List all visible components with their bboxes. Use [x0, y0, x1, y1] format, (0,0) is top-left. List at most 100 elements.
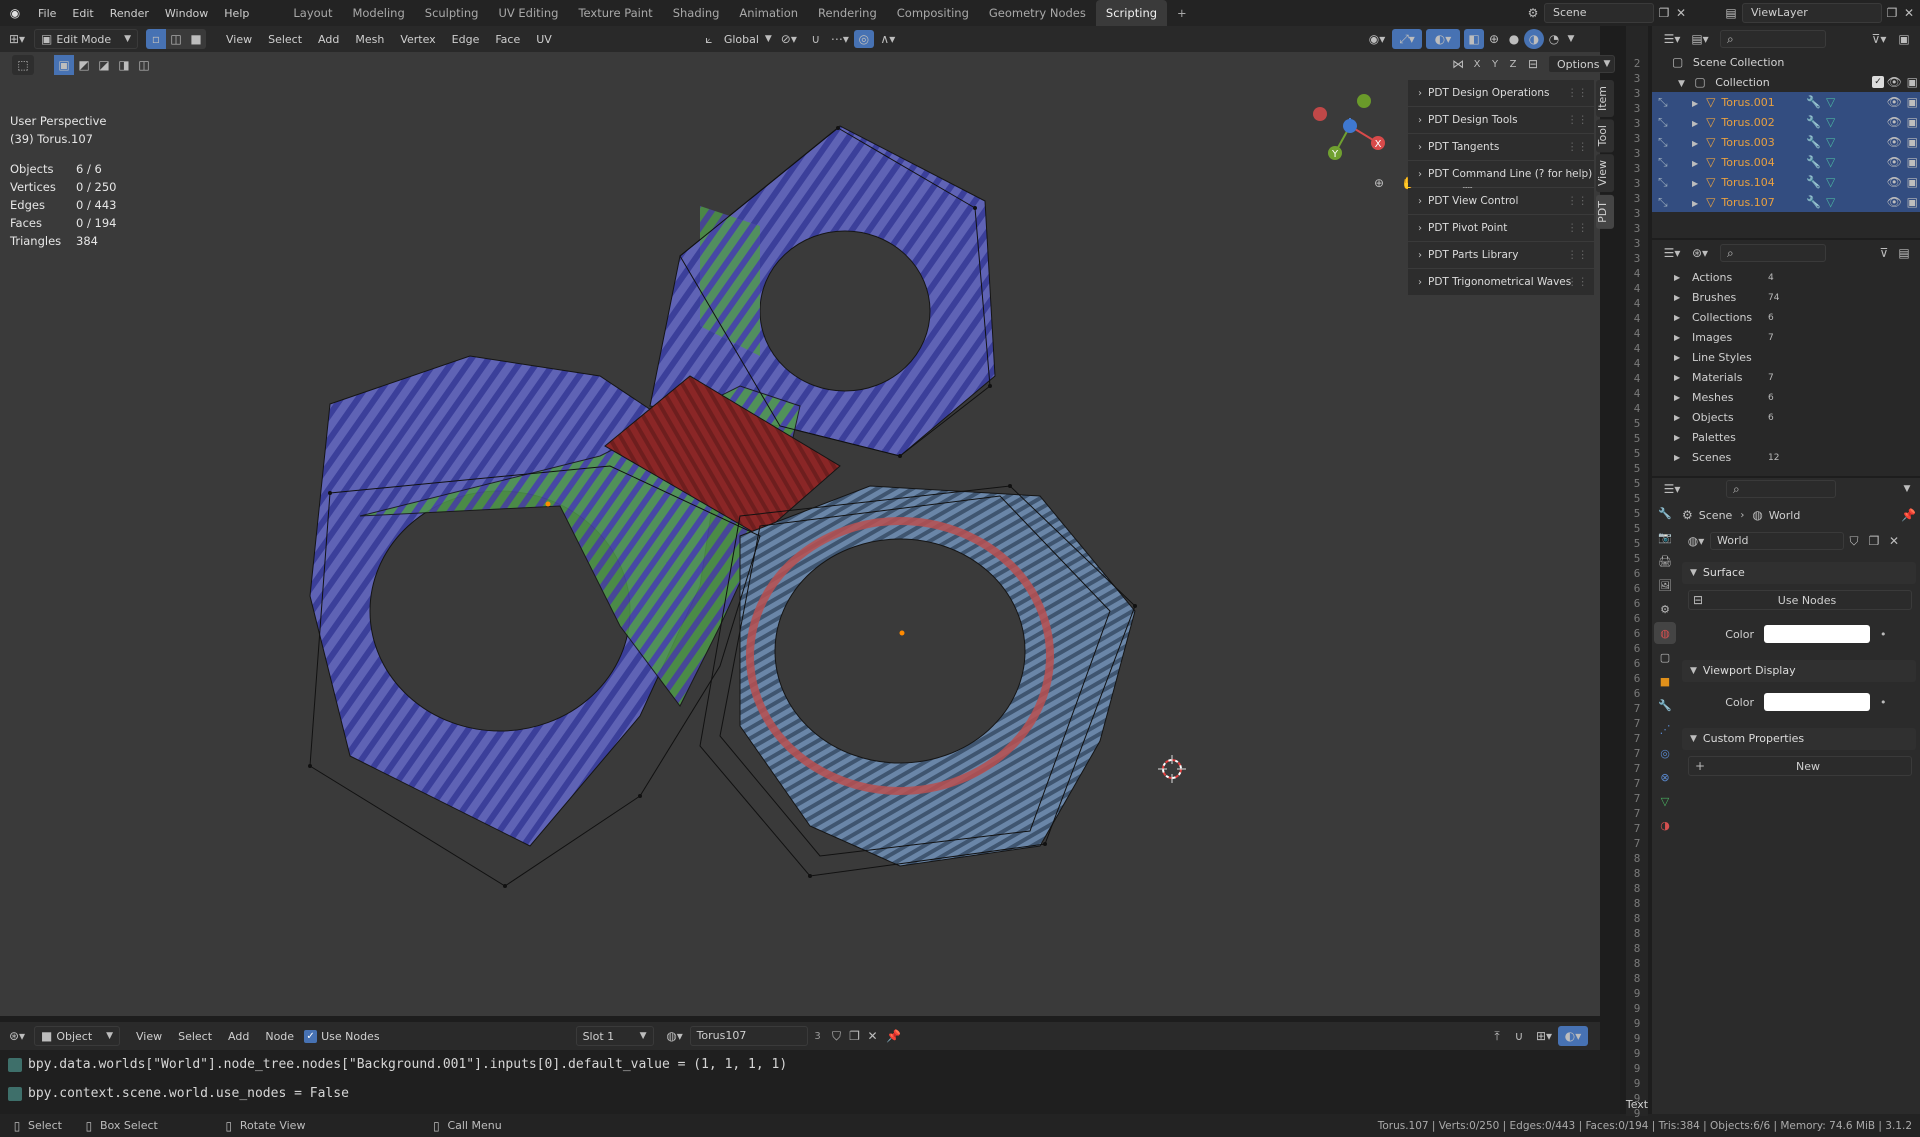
datablock-row[interactable]: ▶ Collections 6 [1652, 308, 1920, 328]
snap-target-icon[interactable]: ⋯▾ [826, 32, 854, 46]
tab-texture-paint[interactable]: Texture Paint [568, 0, 662, 26]
axis-z-toggle[interactable]: Z [1504, 55, 1522, 73]
expand-right-icon[interactable]: ▶ [1692, 134, 1698, 154]
drag-handle-icon[interactable]: ⋮⋮ [1567, 107, 1588, 133]
drag-handle-icon[interactable]: ⋮⋮ [1567, 188, 1588, 214]
eye-icon[interactable]: 👁 [1887, 92, 1902, 112]
snap-icon[interactable]: ∪ [806, 32, 826, 46]
menu-file[interactable]: File [30, 7, 64, 20]
camera-icon[interactable]: ▣ [1907, 92, 1918, 112]
axis-x-toggle[interactable]: X [1468, 55, 1486, 73]
viewport-menu-edge[interactable]: Edge [444, 33, 488, 46]
wireframe-shading-icon[interactable]: ⊕ [1484, 32, 1504, 46]
fake-user-shield-icon[interactable]: ⛉ [828, 1029, 846, 1044]
pdt-panel-item[interactable]: › PDT Tangents ⋮⋮ [1408, 134, 1594, 160]
view-layer-tab-icon[interactable]: 🖼 [1654, 574, 1676, 596]
tab-sculpting[interactable]: Sculpting [415, 0, 489, 26]
outliner-object-row[interactable]: ⤡ ▶ ▽ Torus.107 🔧 ▽ 👁 ▣ [1652, 192, 1920, 212]
shader-menu-node[interactable]: Node [257, 1030, 302, 1043]
rendered-shading-icon[interactable]: ◔ [1544, 32, 1564, 46]
zoom-icon[interactable]: ⊕ [1366, 170, 1392, 196]
scene-tab-icon[interactable]: ⚙ [1654, 598, 1676, 620]
scene-selector[interactable]: ⚙ Scene ❐ ✕ [1522, 3, 1688, 23]
camera-icon[interactable]: ▣ [1907, 72, 1918, 92]
collection-row[interactable]: ▼ ▢ Collection ✓ 👁 ▣ [1652, 72, 1920, 92]
modifier-wrench-icon[interactable]: 🔧 [1806, 172, 1821, 192]
xray-icon[interactable]: ◧ [1464, 29, 1484, 49]
material-users-count[interactable]: 3 [808, 1031, 828, 1042]
select-intersect-icon[interactable]: ◫ [134, 55, 154, 75]
pin-icon[interactable]: 📌 [882, 1029, 906, 1043]
data-tab-icon[interactable]: ▽ [1654, 790, 1676, 812]
snap-icon[interactable]: ∪ [1508, 1029, 1530, 1043]
scene-field[interactable]: Scene [1544, 3, 1654, 23]
shader-menu-view[interactable]: View [128, 1030, 170, 1043]
viewlayer-selector[interactable]: ▤ ViewLayer ❐ ✕ [1720, 3, 1916, 23]
viewlayer-field[interactable]: ViewLayer [1742, 3, 1882, 23]
camera-icon[interactable]: ▣ [1907, 172, 1918, 192]
tab-modeling[interactable]: Modeling [342, 0, 414, 26]
new-scene-icon[interactable]: ❐ [1654, 6, 1674, 20]
axis-y-toggle[interactable]: Y [1486, 55, 1504, 73]
material-shading-icon[interactable]: ◑ [1524, 29, 1544, 49]
overlay-icon[interactable]: ◐▾ [1558, 1026, 1588, 1046]
viewport-menu-mesh[interactable]: Mesh [347, 33, 392, 46]
new-collection-icon[interactable]: ▣ [1894, 32, 1914, 46]
camera-icon[interactable]: ▣ [1907, 132, 1918, 152]
viewport-menu-vertex[interactable]: Vertex [392, 33, 443, 46]
editor-type-icon[interactable]: ☰▾ [1658, 32, 1686, 46]
animate-dot-icon[interactable]: • [1880, 696, 1887, 709]
tab-rendering[interactable]: Rendering [808, 0, 887, 26]
proportional-edit-icon[interactable]: ◎ [853, 30, 874, 48]
menu-render[interactable]: Render [102, 7, 157, 20]
camera-icon[interactable]: ▣ [1907, 192, 1918, 212]
expand-down-icon[interactable]: ▼ [1678, 74, 1685, 94]
checkbox-checked-icon[interactable]: ✓ [1872, 76, 1884, 88]
particles-tab-icon[interactable]: ⋰ [1654, 718, 1676, 740]
eye-icon[interactable]: 👁 [1887, 192, 1902, 212]
viewport-color-swatch[interactable] [1764, 693, 1870, 711]
mode-dropdown[interactable]: ▣ Edit Mode ▼ [34, 29, 138, 49]
menu-help[interactable]: Help [216, 7, 257, 20]
constraints-tab-icon[interactable]: ⊗ [1654, 766, 1676, 788]
output-tab-icon[interactable]: 🖨 [1654, 550, 1676, 572]
mesh-data-icon[interactable]: ▽ [1826, 192, 1835, 212]
tab-layout[interactable]: Layout [283, 0, 342, 26]
editor-type-icon[interactable]: ⊛▾ [0, 1029, 34, 1043]
datablock-row[interactable]: ▶ Scenes 12 [1652, 448, 1920, 468]
display-mode-icon[interactable]: ⊛▾ [1686, 246, 1714, 260]
drag-handle-icon[interactable]: ⋮⋮ [1567, 161, 1588, 187]
menu-window[interactable]: Window [157, 7, 216, 20]
pdt-panel-item[interactable]: › PDT Parts Library ⋮⋮ [1408, 242, 1594, 268]
editor-type-icon[interactable]: ☰▾ [1658, 482, 1686, 496]
object-tab-icon[interactable]: ■ [1654, 670, 1676, 692]
use-nodes-button[interactable]: ⊟ Use Nodes [1688, 590, 1912, 610]
camera-icon[interactable]: ▣ [1907, 152, 1918, 172]
file-view-search-input[interactable]: ⌕ [1720, 244, 1826, 262]
fake-user-shield-icon[interactable]: ⛉ [1844, 534, 1864, 549]
duplicate-world-icon[interactable]: ❐ [1864, 534, 1884, 548]
tab-shading[interactable]: Shading [663, 0, 730, 26]
expand-right-icon[interactable]: ▶ [1692, 114, 1698, 134]
purge-icon[interactable]: ▤ [1894, 246, 1914, 260]
drag-handle-icon[interactable]: ⋮⋮ [1567, 134, 1588, 160]
filter-icon[interactable]: ⊽ [1874, 246, 1894, 260]
collection-tab-icon[interactable]: ▢ [1654, 646, 1676, 668]
pdt-panel-item[interactable]: › PDT Design Tools ⋮⋮ [1408, 107, 1594, 133]
pdt-panel-item[interactable]: › PDT Design Operations ⋮⋮ [1408, 80, 1594, 106]
mesh-data-icon[interactable]: ▽ [1826, 152, 1835, 172]
select-subtract-icon[interactable]: ◪ [94, 55, 114, 75]
datablock-row[interactable]: ▶ Materials 7 [1652, 368, 1920, 388]
select-extend-icon[interactable]: ◩ [74, 55, 94, 75]
3d-viewport[interactable]: X Y User Perspective (39) Torus.107 Obje… [0, 26, 1600, 1016]
expand-right-icon[interactable]: ▶ [1692, 174, 1698, 194]
viewport-display-panel-header[interactable]: ▼ Viewport Display [1682, 660, 1916, 682]
camera-icon[interactable]: ▣ [1907, 112, 1918, 132]
select-new-icon[interactable]: ▣ [54, 55, 74, 75]
scene-collection-row[interactable]: ▢ Scene Collection [1652, 52, 1920, 72]
eye-icon[interactable]: 👁 [1887, 72, 1902, 92]
console-line[interactable]: bpy.context.scene.world.use_nodes = Fals… [0, 1079, 1620, 1108]
filter-icon[interactable]: ⊽▾ [1864, 32, 1894, 46]
custom-properties-panel-header[interactable]: ▼ Custom Properties [1682, 728, 1916, 750]
world-name-field[interactable]: World [1710, 532, 1844, 550]
